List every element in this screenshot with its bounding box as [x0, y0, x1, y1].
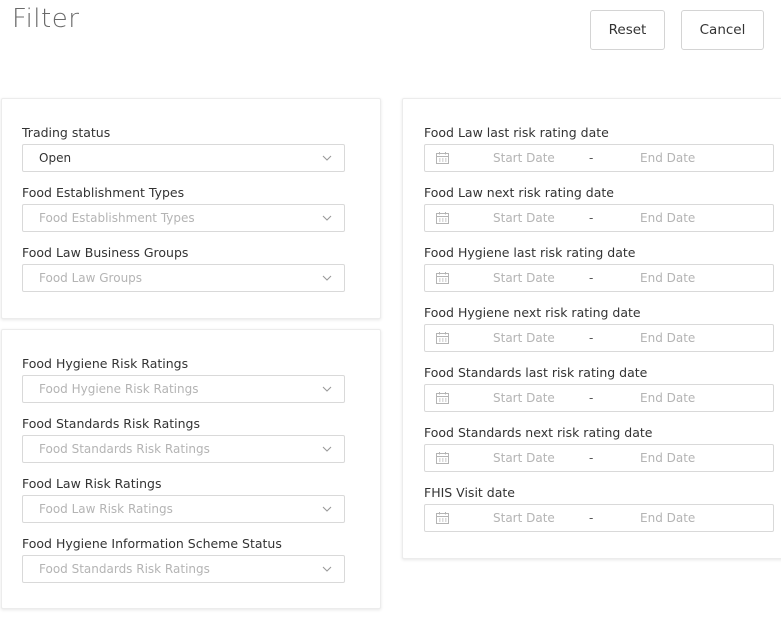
field-label: Food Hygiene next risk rating date [424, 305, 641, 320]
establishment-types-field: Food Establishment Types Food Establishm… [22, 185, 345, 232]
select-placeholder: Food Hygiene Risk Ratings [39, 382, 199, 396]
field-label: Trading status [22, 125, 111, 140]
start-date-input[interactable]: Start Date [493, 451, 555, 465]
end-date-input[interactable]: End Date [640, 211, 695, 225]
date-range-picker[interactable]: Start Date - End Date [424, 444, 774, 472]
food-law-next-date-field: Food Law next risk rating date Start Dat… [424, 185, 774, 232]
calendar-icon [436, 452, 449, 464]
start-date-input[interactable]: Start Date [493, 511, 555, 525]
start-date-input[interactable]: Start Date [493, 331, 555, 345]
range-separator: - [589, 211, 594, 225]
food-standards-next-date-field: Food Standards next risk rating date Sta… [424, 425, 774, 472]
date-range-picker[interactable]: Start Date - End Date [424, 504, 774, 532]
fhis-visit-date-field: FHIS Visit date Start Date - End Date [424, 485, 774, 532]
calendar-icon [436, 332, 449, 344]
field-label: Food Hygiene last risk rating date [424, 245, 636, 260]
date-range-picker[interactable]: Start Date - End Date [424, 204, 774, 232]
field-label: Food Hygiene Information Scheme Status [22, 536, 282, 551]
food-hygiene-next-date-field: Food Hygiene next risk rating date Start… [424, 305, 774, 352]
select-placeholder: Food Standards Risk Ratings [39, 442, 210, 456]
fhis-status-select[interactable]: Food Standards Risk Ratings [22, 555, 345, 583]
chevron-down-icon [322, 155, 332, 161]
field-label: Food Standards last risk rating date [424, 365, 648, 380]
start-date-input[interactable]: Start Date [493, 391, 555, 405]
food-law-last-date-field: Food Law last risk rating date Start Dat… [424, 125, 774, 172]
end-date-input[interactable]: End Date [640, 451, 695, 465]
select-placeholder: Food Law Groups [39, 271, 143, 285]
chevron-down-icon [322, 215, 332, 221]
field-label: Food Law Business Groups [22, 245, 189, 260]
date-range-picker[interactable]: Start Date - End Date [424, 384, 774, 412]
field-label: FHIS Visit date [424, 485, 515, 500]
law-risk-ratings-select[interactable]: Food Law Risk Ratings [22, 495, 345, 523]
range-separator: - [589, 271, 594, 285]
standards-risk-ratings-field: Food Standards Risk Ratings Food Standar… [22, 416, 345, 463]
date-range-picker[interactable]: Start Date - End Date [424, 324, 774, 352]
select-value: Open [39, 151, 72, 165]
hygiene-risk-ratings-field: Food Hygiene Risk Ratings Food Hygiene R… [22, 356, 345, 403]
field-label: Food Law last risk rating date [424, 125, 609, 140]
chevron-down-icon [322, 566, 332, 572]
calendar-icon [436, 392, 449, 404]
field-label: Food Standards Risk Ratings [22, 416, 200, 431]
field-label: Food Establishment Types [22, 185, 185, 200]
reset-button[interactable]: Reset [590, 10, 665, 50]
business-groups-select[interactable]: Food Law Groups [22, 264, 345, 292]
calendar-icon [436, 212, 449, 224]
end-date-input[interactable]: End Date [640, 391, 695, 405]
end-date-input[interactable]: End Date [640, 271, 695, 285]
range-separator: - [589, 151, 594, 165]
food-hygiene-last-date-field: Food Hygiene last risk rating date Start… [424, 245, 774, 292]
start-date-input[interactable]: Start Date [493, 271, 555, 285]
chevron-down-icon [322, 446, 332, 452]
select-placeholder: Food Standards Risk Ratings [39, 562, 210, 576]
field-label: Food Hygiene Risk Ratings [22, 356, 189, 371]
calendar-icon [436, 512, 449, 524]
end-date-input[interactable]: End Date [640, 511, 695, 525]
law-risk-ratings-field: Food Law Risk Ratings Food Law Risk Rati… [22, 476, 345, 523]
field-label: Food Law next risk rating date [424, 185, 614, 200]
field-label: Food Law Risk Ratings [22, 476, 162, 491]
range-separator: - [589, 451, 594, 465]
calendar-icon [436, 272, 449, 284]
range-separator: - [589, 511, 594, 525]
business-filter-panel: Trading status Open Food Establishment T… [1, 98, 381, 319]
fhis-status-field: Food Hygiene Information Scheme Status F… [22, 536, 345, 583]
chevron-down-icon [322, 275, 332, 281]
standards-risk-ratings-select[interactable]: Food Standards Risk Ratings [22, 435, 345, 463]
select-placeholder: Food Establishment Types [39, 211, 195, 225]
chevron-down-icon [322, 386, 332, 392]
hygiene-risk-ratings-select[interactable]: Food Hygiene Risk Ratings [22, 375, 345, 403]
page-title: Filter [12, 4, 80, 34]
food-standards-last-date-field: Food Standards last risk rating date Sta… [424, 365, 774, 412]
field-label: Food Standards next risk rating date [424, 425, 653, 440]
date-range-picker[interactable]: Start Date - End Date [424, 264, 774, 292]
start-date-input[interactable]: Start Date [493, 211, 555, 225]
start-date-input[interactable]: Start Date [493, 151, 555, 165]
business-groups-field: Food Law Business Groups Food Law Groups [22, 245, 345, 292]
select-placeholder: Food Law Risk Ratings [39, 502, 173, 516]
dates-filter-panel: Food Law last risk rating date Start Dat… [402, 98, 781, 559]
cancel-button[interactable]: Cancel [681, 10, 764, 50]
chevron-down-icon [322, 506, 332, 512]
range-separator: - [589, 331, 594, 345]
date-range-picker[interactable]: Start Date - End Date [424, 144, 774, 172]
end-date-input[interactable]: End Date [640, 151, 695, 165]
end-date-input[interactable]: End Date [640, 331, 695, 345]
establishment-types-select[interactable]: Food Establishment Types [22, 204, 345, 232]
calendar-icon [436, 152, 449, 164]
ratings-filter-panel: Food Hygiene Risk Ratings Food Hygiene R… [1, 329, 381, 609]
trading-status-field: Trading status Open [22, 125, 345, 172]
trading-status-select[interactable]: Open [22, 144, 345, 172]
range-separator: - [589, 391, 594, 405]
